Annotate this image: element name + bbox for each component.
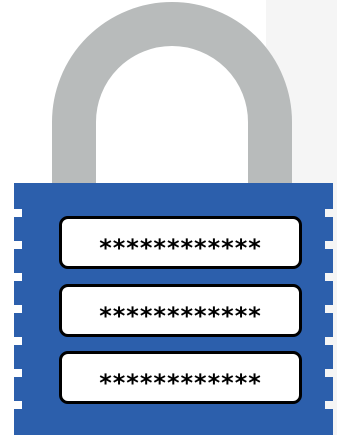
shackle-icon xyxy=(52,2,292,183)
lock-notches-right xyxy=(325,183,333,435)
lock-notches-left xyxy=(14,183,22,435)
password-mask: ************ xyxy=(99,233,262,262)
password-field-2: ************ xyxy=(59,284,302,337)
password-field-3: ************ xyxy=(59,351,302,404)
password-mask: ************ xyxy=(99,301,262,330)
password-mask: ************ xyxy=(99,368,262,397)
padlock-illustration: ************ ************ ************ xyxy=(0,0,337,435)
password-field-1: ************ xyxy=(59,216,302,269)
